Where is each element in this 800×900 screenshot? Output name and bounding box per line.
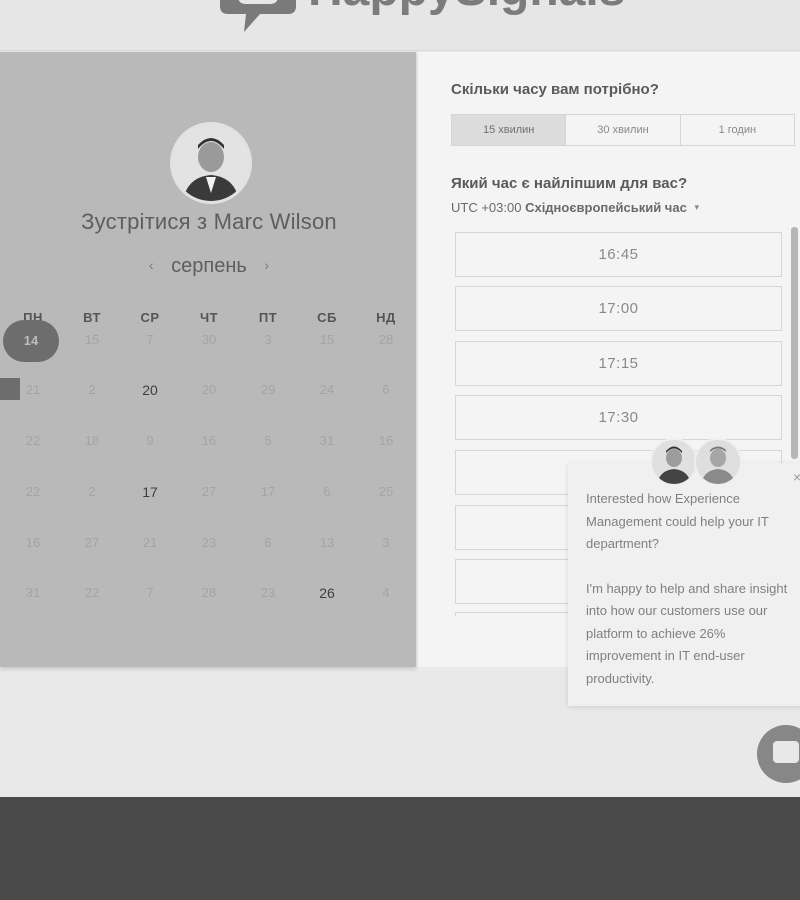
prev-month-icon[interactable]: ‹ — [137, 257, 166, 273]
time-slot-button[interactable]: 17:30 — [455, 395, 782, 440]
chevron-down-icon: ▾ — [694, 202, 699, 212]
calendar-day: 16 — [201, 433, 217, 448]
weekday-header: ПТ — [258, 310, 278, 325]
calendar-day: 16 — [378, 433, 394, 448]
calendar-day: 23 — [260, 585, 276, 600]
duration-option[interactable]: 30 хвилин — [566, 115, 681, 145]
chat-message: Interested how Experience Management cou… — [586, 488, 800, 690]
calendar-day: 3 — [382, 535, 390, 550]
calendar-day[interactable]: 17 — [130, 482, 170, 502]
chat-popup: × Interested how Experience Management c… — [568, 463, 800, 706]
calendar-day: 6 — [323, 484, 331, 499]
calendar-day: 13 — [319, 535, 335, 550]
next-month-icon[interactable]: › — [252, 257, 281, 273]
calendar-day: 20 — [201, 382, 217, 397]
calendar-day: 28 — [378, 332, 394, 347]
calendar-day: 31 — [319, 433, 335, 448]
duration-option[interactable]: 15 хвилин — [452, 115, 567, 145]
host-avatar — [170, 122, 252, 204]
month-label: серпень — [171, 255, 247, 277]
calendar-day: 22 — [25, 484, 41, 499]
calendar-day[interactable]: 20 — [130, 380, 170, 400]
page-footer — [0, 797, 800, 900]
calendar-day: 27 — [201, 484, 217, 499]
calendar-day: 28 — [201, 585, 217, 600]
duration-question: Скільки часу вам потрібно? — [451, 81, 659, 98]
chat-launcher-button[interactable] — [757, 725, 800, 783]
chat-message-paragraph: I'm happy to help and share insight into… — [586, 580, 788, 686]
calendar-day: 27 — [84, 535, 100, 550]
calendar-panel: Зустрітися з Marc Wilson ‹ серпень › ПН В… — [0, 52, 416, 667]
meet-title: Зустрітися з Marc Wilson — [81, 209, 337, 234]
timezone-name: Східноєвропейський час — [525, 200, 687, 215]
speech-bubble-logo-icon — [220, 0, 296, 32]
weekday-header: ВТ — [83, 310, 101, 325]
weekday-header: СР — [140, 310, 160, 325]
close-icon[interactable]: × — [793, 469, 800, 485]
calendar-day: 18 — [84, 433, 100, 448]
time-slot-button[interactable]: 17:15 — [455, 341, 782, 386]
calendar-day-selected[interactable]: 14 — [3, 320, 59, 362]
calendar-day: 21 — [142, 535, 158, 550]
calendar-day[interactable]: 26 — [307, 583, 347, 603]
calendar-day: 4 — [382, 585, 390, 600]
person-photo-icon — [696, 440, 740, 484]
weekday-header: НД — [376, 310, 396, 325]
slot-list-scrollbar[interactable] — [791, 227, 798, 459]
person-photo-icon — [652, 440, 696, 484]
calendar-day: 15 — [84, 332, 100, 347]
calendar-day: 25 — [378, 484, 394, 499]
duration-option[interactable]: 1 годин — [681, 115, 794, 145]
calendar-day: 22 — [25, 433, 41, 448]
calendar-day: 21 — [25, 382, 41, 397]
calendar-day: 2 — [88, 382, 96, 397]
time-slot-button[interactable]: 17:00 — [455, 286, 782, 331]
calendar-day: 24 — [319, 382, 335, 397]
calendar-day: 15 — [319, 332, 335, 347]
calendar-day: 6 — [382, 382, 390, 397]
calendar-day: 2 — [88, 484, 96, 499]
timezone-offset: UTC +03:00 — [451, 200, 522, 215]
weekday-header: СБ — [317, 310, 337, 325]
calendar-day: 22 — [84, 585, 100, 600]
person-photo-icon — [173, 125, 249, 201]
calendar-day: 17 — [260, 484, 276, 499]
duration-selector: 15 хвилин 30 хвилин 1 годин — [451, 114, 795, 146]
calendar-day: 6 — [264, 535, 272, 550]
calendar-day: 30 — [201, 332, 217, 347]
time-slot-button[interactable]: 16:45 — [455, 232, 782, 277]
chat-bubble-icon — [773, 741, 799, 763]
calendar-day: 5 — [264, 433, 272, 448]
calendar-day: 16 — [25, 535, 41, 550]
chat-agent-avatar — [650, 438, 698, 486]
calendar-day: 7 — [146, 585, 154, 600]
logo-wordmark: HappySignals — [308, 0, 625, 14]
calendar-day: 29 — [260, 382, 276, 397]
month-navigation: ‹ серпень › — [0, 255, 418, 278]
chat-message-paragraph: Interested how Experience Management cou… — [586, 491, 769, 551]
calendar-day: 3 — [264, 332, 272, 347]
header: HappySignals — [0, 0, 800, 51]
chat-agent-avatar — [694, 438, 742, 486]
calendar-day: 31 — [25, 585, 41, 600]
calendar-day: 7 — [146, 332, 154, 347]
calendar-day: 23 — [201, 535, 217, 550]
calendar-day: 9 — [146, 433, 154, 448]
timezone-selector[interactable]: UTC +03:00 Східноєвропейський час ▾ — [451, 200, 699, 215]
happysignals-logo[interactable]: HappySignals — [220, 0, 700, 46]
time-question: Який час є найліпшим для вас? — [451, 175, 688, 192]
weekday-header: ЧТ — [199, 310, 219, 325]
